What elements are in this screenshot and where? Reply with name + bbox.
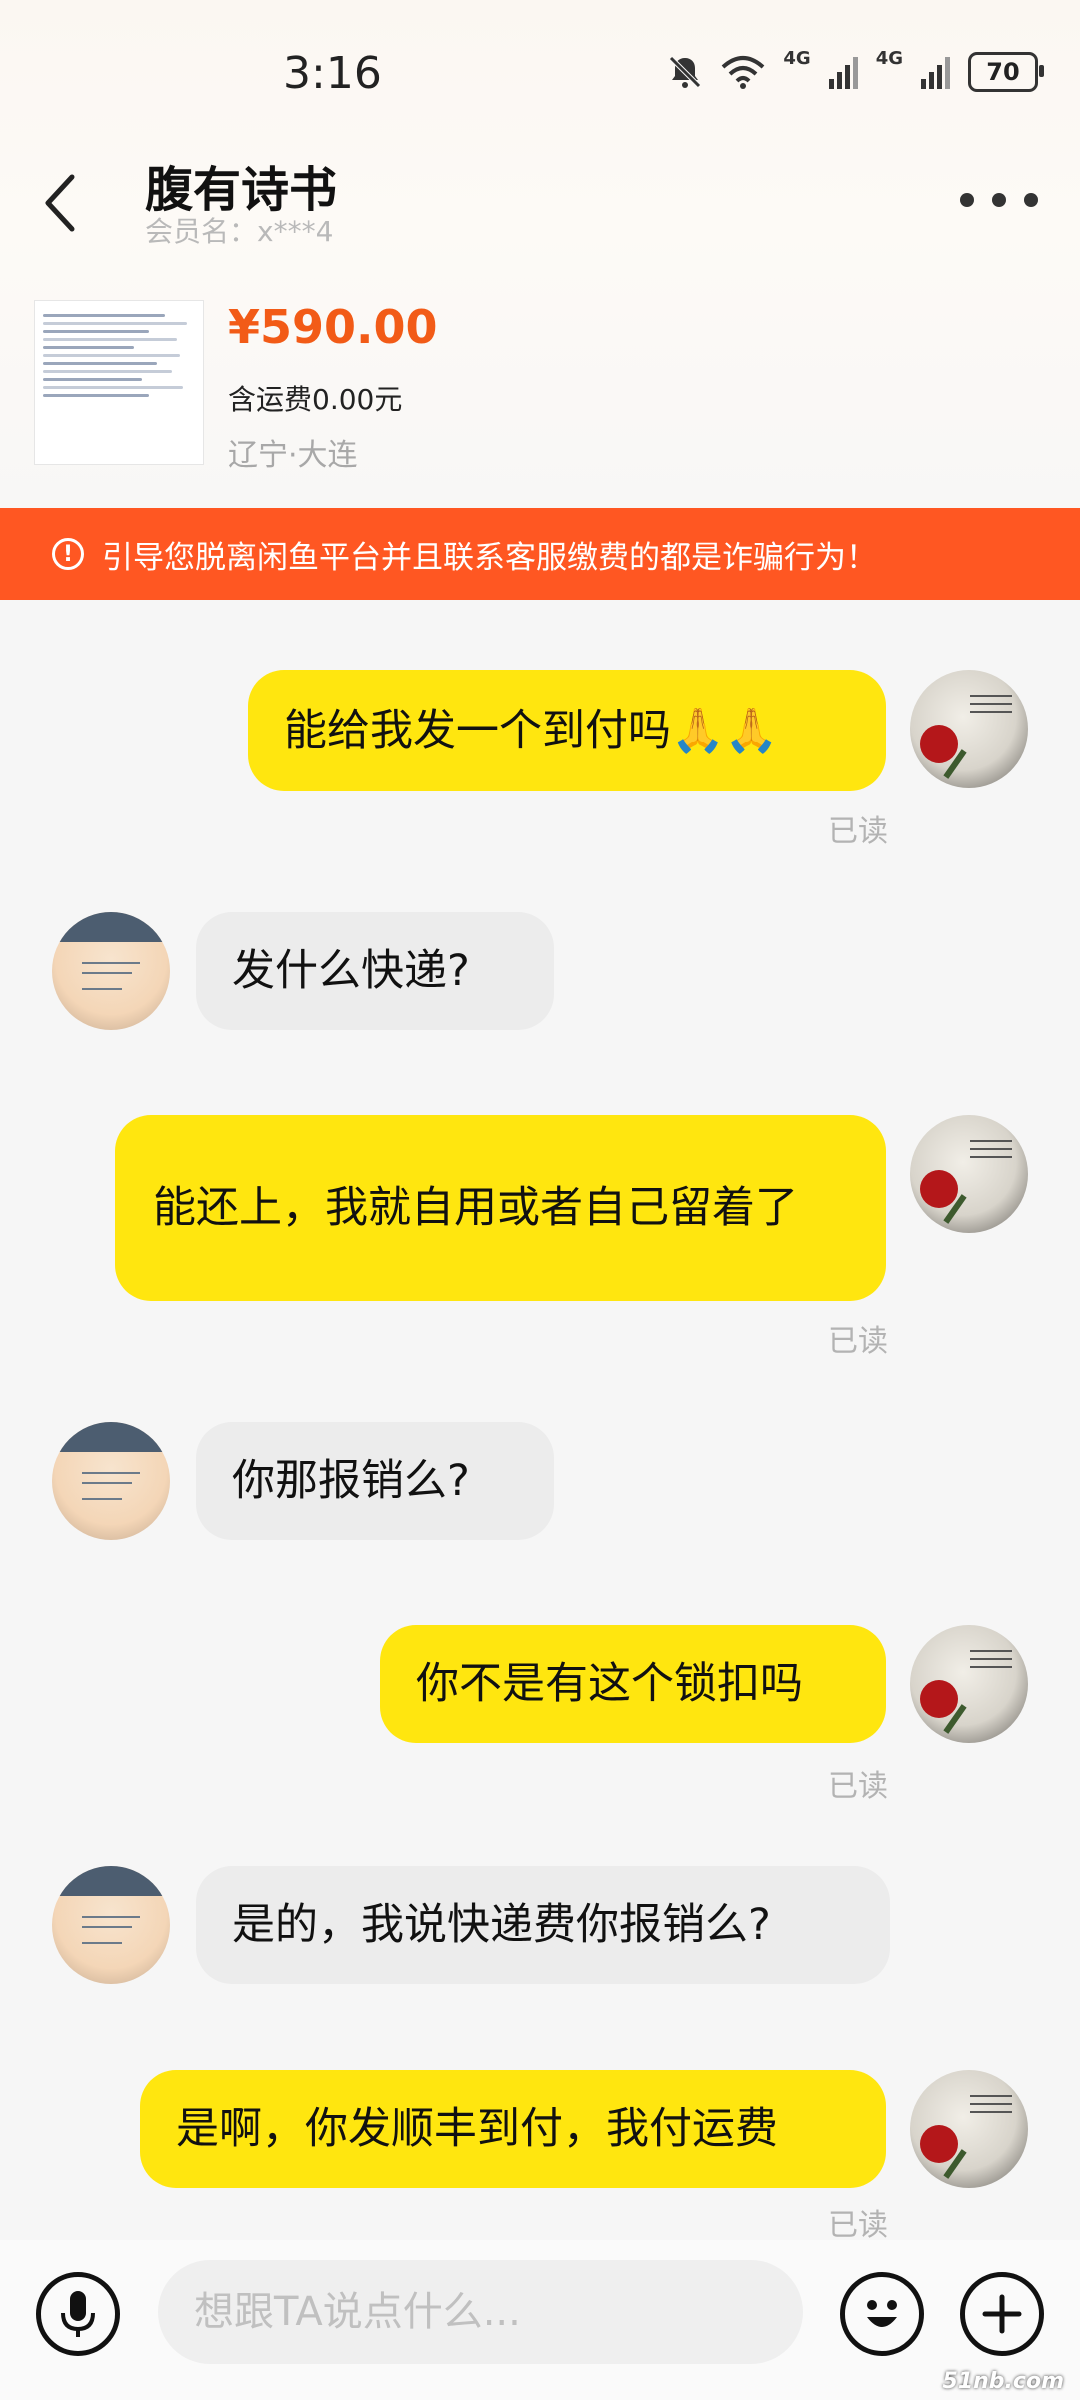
contact-avatar[interactable] bbox=[52, 912, 170, 1030]
my-avatar[interactable] bbox=[910, 1115, 1028, 1233]
message-text: 你不是有这个锁扣吗 bbox=[416, 1659, 803, 1709]
bell-off-icon bbox=[669, 56, 702, 88]
dot-icon bbox=[992, 193, 1006, 207]
read-status: 已读 bbox=[828, 1769, 888, 1804]
member-name: 会员名：x***4 bbox=[145, 215, 334, 248]
chevron-left-icon bbox=[45, 174, 75, 232]
smiley-icon bbox=[867, 2300, 897, 2327]
exclamation-icon: ! bbox=[52, 538, 84, 570]
contact-avatar[interactable] bbox=[52, 1866, 170, 1984]
emoji-button[interactable] bbox=[840, 2272, 924, 2356]
message-text: 发什么快递? bbox=[232, 946, 470, 996]
message-bubble[interactable]: 能给我发一个到付吗🙏🙏 bbox=[248, 670, 886, 791]
my-avatar[interactable] bbox=[910, 2070, 1028, 2188]
message-bubble[interactable]: 能还上，我就自用或者自己留着了 bbox=[115, 1115, 886, 1301]
microphone-icon bbox=[61, 2291, 95, 2337]
watermark: 51nb.com bbox=[942, 2369, 1064, 2394]
dot-icon bbox=[960, 193, 974, 207]
more-actions-button[interactable] bbox=[960, 2272, 1044, 2356]
more-options-button[interactable] bbox=[960, 180, 1038, 220]
my-avatar[interactable] bbox=[910, 670, 1028, 788]
product-thumbnail[interactable] bbox=[34, 300, 204, 465]
my-avatar[interactable] bbox=[910, 1625, 1028, 1743]
message-bubble[interactable]: 是啊，你发顺丰到付，我付运费 bbox=[140, 2070, 886, 2188]
message-text: 能给我发一个到付吗🙏🙏 bbox=[284, 705, 779, 756]
back-button[interactable] bbox=[40, 158, 110, 248]
voice-button[interactable] bbox=[36, 2272, 120, 2356]
wifi-icon bbox=[722, 56, 765, 89]
status-time: 3:16 bbox=[283, 48, 382, 99]
message-input[interactable] bbox=[158, 2260, 803, 2364]
warning-text: 引导您脱离闲鱼平台并且联系客服缴费的都是诈骗行为！ bbox=[102, 539, 877, 576]
signal-icon bbox=[921, 55, 950, 89]
product-price: ¥590.00 bbox=[228, 300, 438, 354]
message-bubble[interactable]: 你不是有这个锁扣吗 bbox=[380, 1625, 886, 1743]
dot-icon bbox=[1024, 193, 1038, 207]
message-input-bar: 51nb.com bbox=[0, 2240, 1080, 2400]
read-status: 已读 bbox=[828, 2208, 888, 2243]
network-type-1: 4G bbox=[783, 47, 811, 69]
status-icons: 4G 4G 70 bbox=[667, 48, 1044, 92]
message-text: 是的，我说快递费你报销么? bbox=[232, 1900, 771, 1950]
network-type-2: 4G bbox=[875, 47, 903, 69]
read-status: 已读 bbox=[828, 814, 888, 849]
battery-icon: 70 bbox=[968, 52, 1044, 92]
message-text: 能还上，我就自用或者自己留着了 bbox=[153, 1183, 798, 1233]
fraud-warning-banner: ! 引导您脱离闲鱼平台并且联系客服缴费的都是诈骗行为！ bbox=[0, 508, 1080, 600]
message-bubble[interactable]: 是的，我说快递费你报销么? bbox=[196, 1866, 890, 1984]
message-text: 是啊，你发顺丰到付，我付运费 bbox=[176, 2104, 778, 2154]
read-status: 已读 bbox=[828, 1324, 888, 1359]
message-text: 你那报销么? bbox=[232, 1456, 470, 1506]
message-bubble[interactable]: 发什么快递? bbox=[196, 912, 554, 1030]
contact-avatar[interactable] bbox=[52, 1422, 170, 1540]
signal-icon bbox=[828, 55, 858, 89]
seller-location: 辽宁·大连 bbox=[228, 438, 358, 473]
message-bubble[interactable]: 你那报销么? bbox=[196, 1422, 554, 1540]
shipping-fee: 含运费0.00元 bbox=[228, 383, 403, 416]
plus-icon bbox=[982, 2294, 1022, 2334]
